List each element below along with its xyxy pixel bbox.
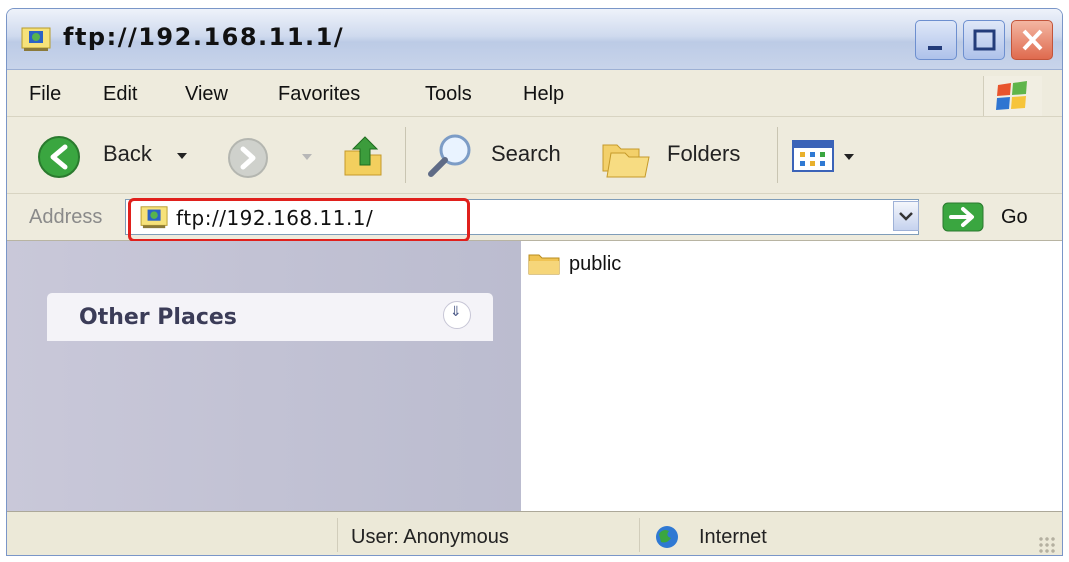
folder-name[interactable]: public <box>569 253 621 276</box>
explorer-window: ftp://192.168.11.1/ File Edit View Favor… <box>6 8 1063 556</box>
windows-flag-icon <box>996 81 1027 110</box>
folder-up-icon[interactable] <box>341 131 389 181</box>
forward-arrow-icon[interactable] <box>227 137 269 179</box>
ftp-folder-icon <box>21 27 51 51</box>
menu-view[interactable]: View <box>185 83 228 106</box>
chevron-down-icon <box>899 212 913 221</box>
internet-globe-icon <box>656 526 678 548</box>
search-button-label[interactable]: Search <box>491 141 561 167</box>
other-places-title[interactable]: Other Places <box>79 305 237 330</box>
menu-favorites[interactable]: Favorites <box>278 83 360 106</box>
menu-help[interactable]: Help <box>523 83 564 106</box>
status-user: User: Anonymous <box>351 526 509 548</box>
title-bar[interactable]: ftp://192.168.11.1/ <box>7 9 1062 70</box>
windows-logo <box>983 76 1042 116</box>
folder-icon <box>528 254 560 275</box>
minimize-button[interactable] <box>915 20 957 60</box>
folders-button-label[interactable]: Folders <box>667 141 740 167</box>
resize-grip[interactable] <box>1038 536 1056 554</box>
window-title: ftp://192.168.11.1/ <box>63 23 345 51</box>
menu-file[interactable]: File <box>29 83 61 106</box>
toolbar-separator <box>405 127 406 183</box>
close-button[interactable] <box>1011 20 1053 60</box>
double-chevron-down-icon: ⇓ <box>450 304 462 320</box>
views-dropdown-icon[interactable] <box>843 153 855 161</box>
menu-tools[interactable]: Tools <box>425 83 472 106</box>
status-separator <box>639 518 640 552</box>
toolbar: Back Search Folders <box>7 117 1062 194</box>
go-button-label[interactable]: Go <box>1001 206 1028 229</box>
views-icon[interactable] <box>791 139 841 175</box>
toolbar-separator <box>777 127 778 183</box>
address-highlight-box <box>128 198 470 242</box>
back-button-label[interactable]: Back <box>103 141 152 167</box>
back-arrow-icon[interactable] <box>37 135 81 179</box>
menu-bar: File Edit View Favorites Tools Help <box>7 70 1062 117</box>
status-bar: User: Anonymous Internet <box>7 511 1062 555</box>
folder-item-public[interactable]: public <box>525 247 621 281</box>
address-label: Address <box>29 206 103 228</box>
folders-icon[interactable] <box>599 135 653 179</box>
go-arrow-icon[interactable] <box>941 202 989 232</box>
task-pane: Other Places ⇓ <box>7 241 521 511</box>
maximize-button[interactable] <box>963 20 1005 60</box>
menu-edit[interactable]: Edit <box>103 83 137 106</box>
minimize-icon <box>928 46 942 50</box>
back-dropdown-icon[interactable] <box>175 151 189 161</box>
file-list: public <box>521 241 1062 511</box>
close-icon <box>1022 29 1043 51</box>
maximize-icon <box>973 29 996 51</box>
forward-dropdown-icon[interactable] <box>301 153 313 161</box>
search-icon[interactable] <box>423 131 479 181</box>
expand-button[interactable]: ⇓ <box>443 301 471 329</box>
address-dropdown-button[interactable] <box>893 201 919 231</box>
other-places-panel[interactable]: Other Places ⇓ <box>47 293 493 341</box>
address-bar: Address ftp://192.168.11.1/ Go <box>7 194 1062 242</box>
status-separator <box>337 518 338 552</box>
status-zone: Internet <box>699 526 767 548</box>
